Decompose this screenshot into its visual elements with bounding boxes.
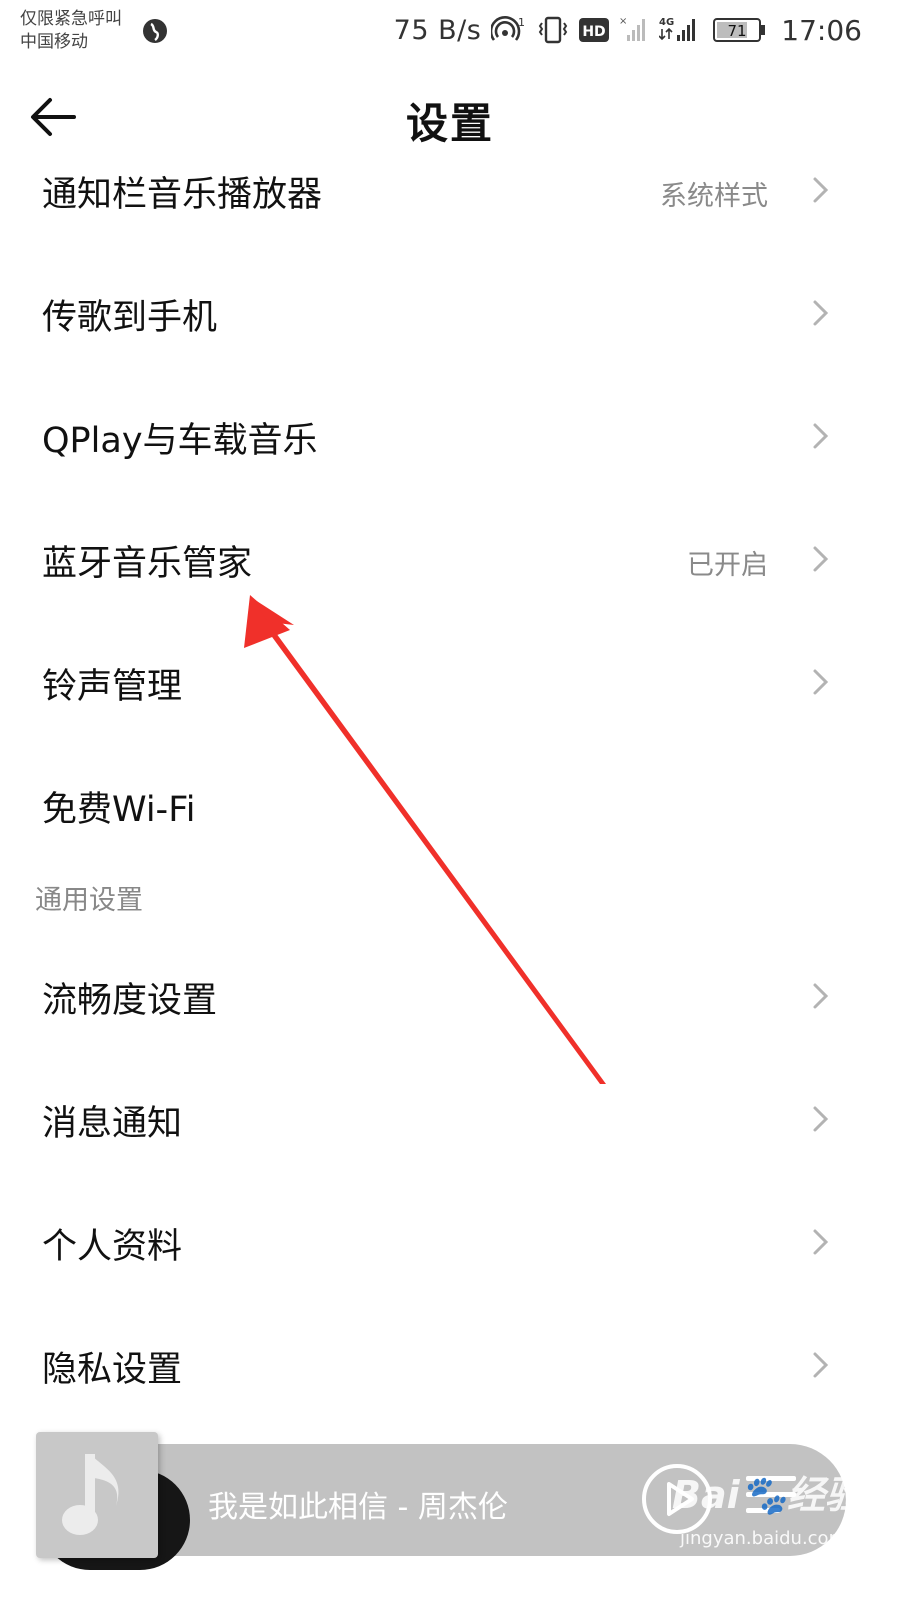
battery-icon: 71 (713, 18, 766, 42)
setting-row-qplay-car-music[interactable]: QPlay与车载音乐 (0, 376, 900, 499)
hd-icon: HD (579, 18, 610, 42)
hotspot-icon: 1 (491, 16, 525, 41)
setting-label: 免费Wi-Fi (42, 790, 196, 830)
battery-level: 71 (728, 22, 747, 40)
chevron-right-icon (813, 1106, 829, 1132)
network-speed: 75 B/s (393, 14, 482, 46)
play-icon[interactable] (640, 1462, 714, 1536)
carrier-info: 仅限紧急呼叫 中国移动 (20, 8, 122, 54)
chevron-right-icon (813, 669, 829, 695)
chevron-right-icon (813, 1229, 829, 1255)
album-art[interactable] (36, 1432, 158, 1558)
setting-row-privacy[interactable]: 隐私设置 (0, 1305, 900, 1428)
setting-label: 通知栏音乐播放器 (42, 175, 323, 215)
settings-list: 通知栏音乐播放器 系统样式 传歌到手机 QPlay与车载音乐 蓝牙音乐管家 已开… (0, 130, 900, 1428)
setting-row-notifications[interactable]: 消息通知 (0, 1059, 900, 1182)
status-bar: 仅限紧急呼叫 中国移动 75 B/s 1 HD × 4G 71 17:06 (0, 0, 900, 62)
hd-label: HD (583, 24, 606, 40)
svg-text:×: × (619, 16, 627, 27)
cellular-signal-icon: 4G (659, 17, 696, 41)
svg-text:1: 1 (518, 16, 525, 29)
setting-label: 消息通知 (42, 1104, 183, 1144)
setting-label: 蓝牙音乐管家 (42, 544, 253, 584)
playlist-icon[interactable] (742, 1470, 804, 1520)
chevron-right-icon (813, 983, 829, 1009)
globe-icon (143, 19, 167, 43)
carrier-name: 中国移动 (20, 32, 88, 52)
chevron-right-icon (813, 546, 829, 572)
chevron-right-icon (813, 1352, 829, 1378)
setting-label: 铃声管理 (42, 667, 183, 707)
setting-value: 系统样式 (660, 181, 768, 212)
setting-row-smoothness[interactable]: 流畅度设置 (0, 936, 900, 1059)
setting-row-profile[interactable]: 个人资料 (0, 1182, 900, 1305)
section-header-general: 通用设置 (0, 868, 900, 936)
clock: 17:06 (781, 13, 862, 47)
setting-label: 流畅度设置 (42, 981, 218, 1021)
vibrate-icon (539, 16, 568, 44)
network-type: 4G (659, 17, 674, 28)
status-indicators: 75 B/s 1 HD × 4G 71 17:06 (394, 12, 862, 48)
no-signal-icon: × (619, 16, 646, 41)
chevron-right-icon (813, 300, 829, 326)
setting-label: QPlay与车载音乐 (42, 421, 318, 461)
setting-label: 传歌到手机 (42, 298, 218, 338)
setting-row-bluetooth-music[interactable]: 蓝牙音乐管家 已开启 (0, 499, 900, 622)
setting-row-transfer-songs[interactable]: 传歌到手机 (0, 253, 900, 376)
setting-value: 已开启 (687, 550, 768, 581)
carrier-emergency-text: 仅限紧急呼叫 (20, 9, 122, 29)
chevron-right-icon (813, 177, 829, 203)
setting-row-notification-player[interactable]: 通知栏音乐播放器 系统样式 (0, 130, 900, 253)
setting-label: 隐私设置 (42, 1350, 183, 1390)
setting-row-free-wifi[interactable]: 免费Wi-Fi (0, 745, 900, 868)
music-note-icon (62, 1454, 119, 1535)
now-playing-title[interactable]: 我是如此相信 - 周杰伦 (208, 1482, 508, 1526)
section-label: 通用设置 (35, 885, 143, 916)
setting-row-ringtone[interactable]: 铃声管理 (0, 622, 900, 745)
chevron-right-icon (813, 423, 829, 449)
setting-label: 个人资料 (42, 1227, 183, 1267)
